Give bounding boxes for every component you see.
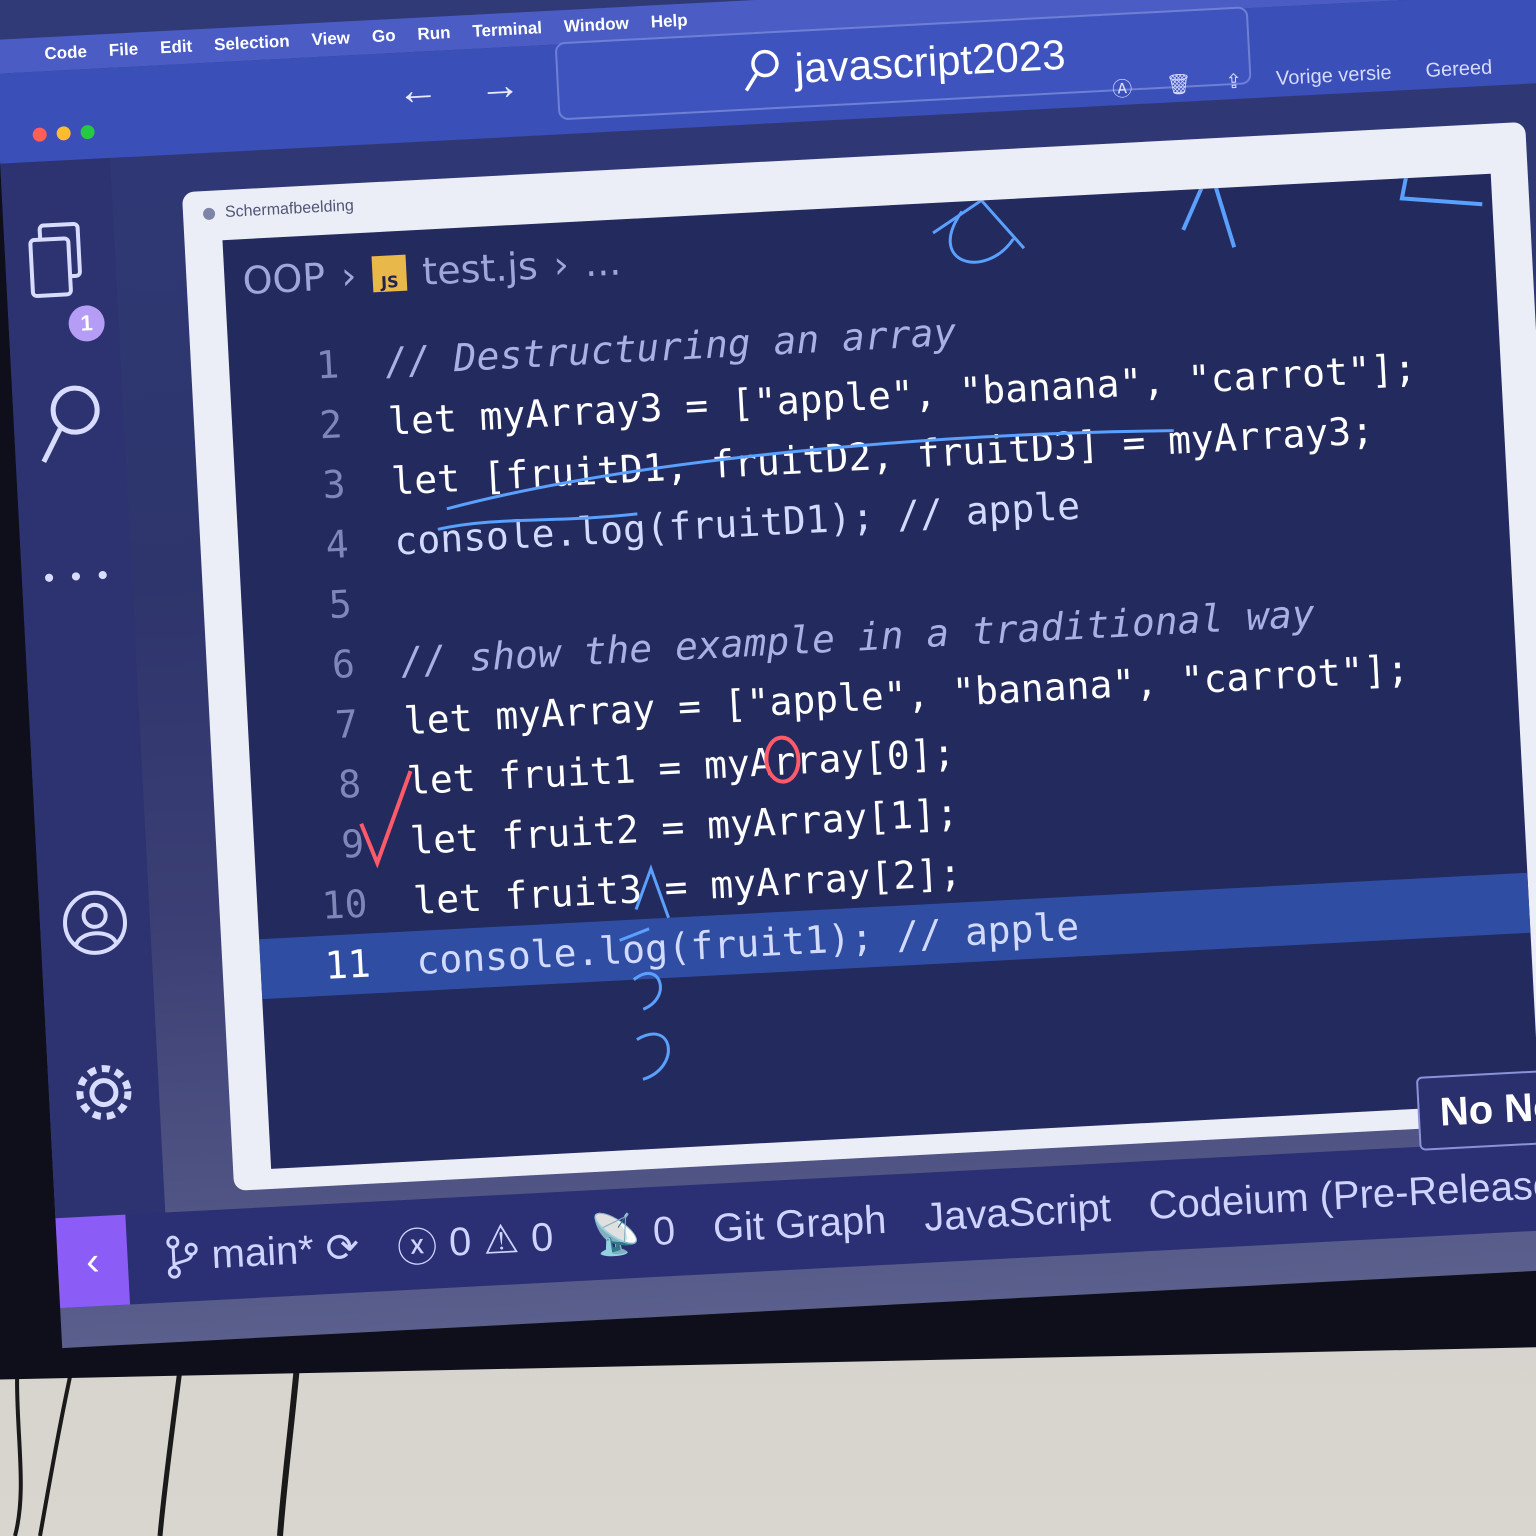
search-text: javascript2023 bbox=[793, 30, 1067, 92]
line-number: 8 bbox=[337, 761, 363, 807]
menu-window[interactable]: Window bbox=[563, 14, 629, 37]
source-control-icon bbox=[166, 1235, 198, 1279]
annotation-number-1 bbox=[1181, 173, 1237, 248]
screen: Code File Edit Selection View Go Run Ter… bbox=[0, 0, 1536, 1349]
gear-icon[interactable] bbox=[69, 1058, 139, 1141]
line-number: 6 bbox=[330, 641, 356, 688]
done-button[interactable]: Gereed bbox=[1425, 57, 1493, 83]
back-arrow-icon[interactable]: ← bbox=[396, 65, 440, 115]
branch-name: main* bbox=[210, 1227, 315, 1277]
language-mode[interactable]: JavaScript bbox=[923, 1186, 1112, 1241]
editor[interactable]: OOP › JS test.js › ... 1// Destructuring… bbox=[222, 173, 1536, 1169]
preview-dot-icon bbox=[202, 207, 216, 221]
line-number: 11 bbox=[323, 941, 372, 988]
previous-version-button[interactable]: Vorige versie bbox=[1276, 62, 1393, 91]
sync-icon[interactable]: ⟳ bbox=[324, 1224, 361, 1272]
account-icon[interactable] bbox=[60, 888, 130, 971]
menu-run[interactable]: Run bbox=[417, 23, 451, 45]
explorer-icon[interactable] bbox=[25, 219, 90, 316]
menu-help[interactable]: Help bbox=[650, 11, 688, 33]
codeium-status[interactable]: Codeium (Pre-Release): bbox=[1147, 1161, 1536, 1229]
notification-box[interactable]: No Not bbox=[1415, 1063, 1536, 1151]
share-icon[interactable]: ⇪ bbox=[1225, 69, 1243, 95]
more-icon[interactable]: • • • bbox=[43, 558, 113, 596]
annotation-scribble-3 bbox=[636, 1032, 670, 1081]
warning-count: 0 bbox=[529, 1214, 555, 1260]
markup-icon[interactable]: Ⓐ bbox=[1111, 72, 1133, 102]
menu-view[interactable]: View bbox=[311, 28, 350, 50]
breadcrumb: OOP › JS test.js › ... bbox=[241, 239, 622, 303]
close-window-button[interactable] bbox=[32, 127, 48, 142]
zoom-window-button[interactable] bbox=[80, 124, 95, 140]
broadcast-icon: 📡 bbox=[590, 1211, 643, 1258]
chevron-right-icon: › bbox=[552, 242, 570, 287]
breadcrumb-folder[interactable]: OOP bbox=[241, 255, 326, 303]
annotation-stroke bbox=[932, 198, 1026, 250]
breadcrumb-more[interactable]: ... bbox=[584, 239, 623, 285]
line-number: 7 bbox=[333, 701, 360, 747]
ports-indicator[interactable]: 📡 0 bbox=[590, 1207, 676, 1258]
menu-terminal[interactable]: Terminal bbox=[472, 18, 543, 42]
trash-icon[interactable]: 🗑 bbox=[1165, 71, 1193, 97]
js-file-icon: JS bbox=[371, 254, 408, 293]
preview-header: Schermafbeelding bbox=[202, 197, 355, 223]
git-branch[interactable]: main* ⟳ bbox=[164, 1224, 360, 1280]
forward-arrow-icon[interactable]: → bbox=[478, 60, 522, 110]
line-number: 5 bbox=[327, 581, 353, 628]
problems-indicator[interactable]: ⓧ 0 ⚠ 0 bbox=[396, 1208, 555, 1274]
remote-indicator[interactable]: ‹ bbox=[55, 1214, 131, 1309]
search-icon bbox=[744, 49, 779, 92]
menu-selection[interactable]: Selection bbox=[214, 31, 291, 55]
menu-go[interactable]: Go bbox=[371, 26, 396, 47]
annotation-number-2 bbox=[1399, 173, 1483, 207]
preview-title: Schermafbeelding bbox=[224, 197, 355, 222]
line-number: 4 bbox=[324, 522, 350, 568]
git-graph-button[interactable]: Git Graph bbox=[712, 1197, 888, 1251]
line-number: 2 bbox=[318, 402, 344, 448]
screenshot-preview-window: Ⓐ 🗑 ⇪ Vorige versie Gereed Schermafbeeld… bbox=[181, 57, 1536, 1191]
line-number: 3 bbox=[321, 462, 347, 508]
search-sidebar-icon[interactable] bbox=[34, 379, 109, 487]
menu-app-code[interactable]: Code bbox=[44, 42, 87, 64]
nav-arrows: ← → bbox=[396, 60, 522, 114]
line-number: 1 bbox=[315, 342, 341, 388]
ports-count: 0 bbox=[651, 1208, 677, 1254]
line-number: 10 bbox=[320, 881, 369, 928]
line-number: 9 bbox=[340, 821, 366, 867]
annotation-circle bbox=[948, 210, 1015, 264]
error-icon: ⓧ bbox=[396, 1225, 439, 1272]
error-count: 0 bbox=[447, 1219, 473, 1265]
chevron-right-icon: › bbox=[340, 253, 358, 299]
warning-icon: ⚠ bbox=[482, 1217, 521, 1263]
menu-file[interactable]: File bbox=[108, 39, 138, 61]
minimize-window-button[interactable] bbox=[56, 126, 72, 141]
breadcrumb-file[interactable]: test.js bbox=[421, 244, 539, 294]
code-lines: 1// Destructuring an array 2 let myArray3… bbox=[228, 274, 1531, 1000]
menu-edit[interactable]: Edit bbox=[160, 37, 193, 59]
